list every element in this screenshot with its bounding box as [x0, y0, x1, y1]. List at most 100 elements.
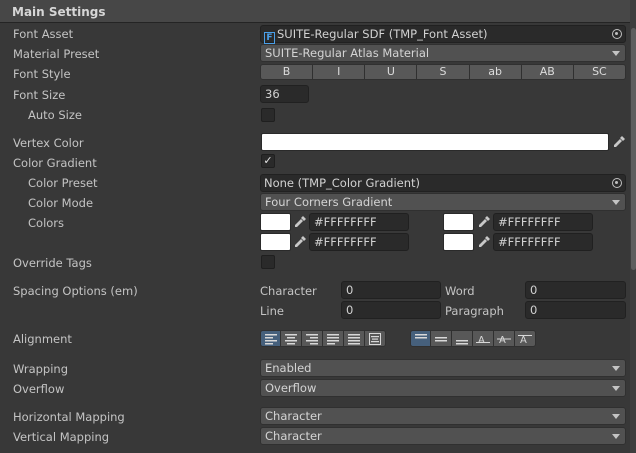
section-title: Main Settings [12, 5, 106, 19]
overflow-dropdown[interactable]: Overflow [260, 379, 626, 397]
color-preset-field[interactable]: None (TMP_Color Gradient) [260, 174, 626, 192]
font-style-uppercase-button[interactable]: AB [521, 64, 574, 80]
align-center-icon [285, 334, 297, 345]
eyedropper-icon[interactable] [292, 234, 308, 250]
spacing-word-input[interactable]: 0 [525, 281, 626, 299]
align-left-button[interactable] [260, 330, 281, 347]
material-preset-value: SUITE-Regular Atlas Material [265, 46, 430, 60]
spacing-paragraph-input[interactable]: 0 [525, 301, 626, 319]
colors-label: Colors [28, 216, 65, 230]
material-preset-label: Material Preset [13, 47, 100, 61]
spacing-line-input[interactable]: 0 [341, 301, 441, 319]
scrollbar-thumb[interactable] [631, 28, 636, 270]
font-style-toolbar: B I U S ab AB SC [260, 64, 626, 80]
svg-text:A: A [478, 335, 485, 345]
color-top-left-hex[interactable]: #FFFFFFFF [309, 213, 409, 231]
font-style-strikethrough-button[interactable]: S [417, 64, 470, 80]
align-justified-button[interactable] [323, 330, 344, 347]
color-mode-label: Color Mode [28, 196, 94, 210]
svg-text:A: A [499, 335, 506, 345]
align-geometry-center-button[interactable] [365, 330, 386, 347]
align-top-icon [415, 334, 427, 339]
color-preset-label: Color Preset [28, 176, 98, 190]
align-bottom-button[interactable] [452, 330, 473, 347]
align-baseline-button[interactable]: A [473, 330, 494, 347]
eyedropper-icon[interactable] [476, 214, 492, 230]
auto-size-checkbox[interactable] [261, 108, 275, 122]
font-style-bold-button[interactable]: B [260, 64, 314, 80]
color-mode-dropdown[interactable]: Four Corners Gradient [260, 193, 626, 211]
override-tags-checkbox[interactable] [261, 255, 275, 269]
align-middle-icon [435, 337, 447, 342]
color-bottom-right-swatch[interactable] [443, 233, 474, 251]
font-style-lowercase-button[interactable]: ab [469, 64, 522, 80]
align-left-icon [265, 334, 277, 345]
font-asset-icon: F [264, 32, 275, 44]
align-capline-button[interactable]: A [515, 330, 536, 347]
color-bottom-left-swatch[interactable] [260, 233, 291, 251]
material-preset-dropdown[interactable]: SUITE-Regular Atlas Material [260, 44, 626, 62]
font-style-smallcaps-button[interactable]: SC [573, 64, 626, 80]
overflow-value: Overflow [265, 381, 317, 395]
color-bottom-left-hex[interactable]: #FFFFFFFF [309, 233, 409, 251]
spacing-character-label: Character [260, 284, 317, 298]
spacing-line-label: Line [260, 304, 284, 318]
eyedropper-icon[interactable] [611, 134, 627, 150]
wrapping-dropdown[interactable]: Enabled [260, 359, 626, 377]
align-middle-button[interactable] [431, 330, 452, 347]
align-flush-button[interactable] [344, 330, 365, 347]
color-gradient-label: Color Gradient [13, 156, 97, 170]
align-geometry-center-icon [369, 333, 381, 345]
align-center-button[interactable] [281, 330, 302, 347]
eyedropper-icon[interactable] [476, 234, 492, 250]
color-gradient-checkbox[interactable]: ✓ [261, 154, 275, 168]
vertex-color-swatch[interactable] [261, 133, 609, 151]
font-style-label: Font Style [13, 67, 71, 81]
font-asset-field[interactable]: F SUITE-Regular SDF (TMP_Font Asset) [260, 25, 626, 44]
vertex-color-label: Vertex Color [13, 136, 84, 150]
color-top-right-hex[interactable]: #FFFFFFFF [493, 213, 593, 231]
color-bottom-right-hex[interactable]: #FFFFFFFF [493, 233, 593, 251]
dropdown-arrow-icon [612, 366, 620, 371]
dropdown-arrow-icon [612, 386, 620, 391]
align-baseline-icon: A [476, 335, 490, 345]
font-style-italic-button[interactable]: I [313, 64, 366, 80]
align-right-icon [306, 334, 318, 345]
spacing-word-label: Word [445, 284, 475, 298]
color-mode-value: Four Corners Gradient [265, 195, 393, 209]
align-capline-icon: A [518, 335, 532, 345]
eyedropper-icon[interactable] [292, 214, 308, 230]
dropdown-arrow-icon [612, 51, 620, 56]
font-size-label: Font Size [13, 88, 66, 102]
horizontal-mapping-value: Character [265, 409, 322, 423]
object-picker-icon[interactable] [612, 178, 622, 188]
horizontal-mapping-dropdown[interactable]: Character [260, 407, 626, 425]
horizontal-alignment-group [260, 330, 386, 347]
color-top-left-swatch[interactable] [260, 213, 291, 231]
main-settings-header[interactable]: Main Settings [0, 0, 630, 23]
auto-size-label: Auto Size [28, 108, 82, 122]
align-bottom-icon [456, 340, 468, 345]
align-right-button[interactable] [302, 330, 323, 347]
font-style-underline-button[interactable]: U [365, 64, 418, 80]
wrapping-label: Wrapping [13, 362, 69, 376]
spacing-options-label: Spacing Options (em) [13, 284, 138, 298]
horizontal-mapping-label: Horizontal Mapping [13, 410, 125, 424]
wrapping-value: Enabled [265, 361, 312, 375]
spacing-character-input[interactable]: 0 [341, 281, 441, 299]
vertical-mapping-dropdown[interactable]: Character [260, 427, 626, 445]
color-top-right-swatch[interactable] [443, 213, 474, 231]
font-size-input[interactable]: 36 [260, 85, 309, 103]
font-asset-label: Font Asset [13, 27, 74, 41]
vertical-mapping-value: Character [265, 429, 322, 443]
align-top-button[interactable] [410, 330, 431, 347]
object-picker-icon[interactable] [612, 29, 622, 39]
align-midline-button[interactable]: A [494, 330, 515, 347]
dropdown-arrow-icon [612, 414, 620, 419]
vertical-mapping-label: Vertical Mapping [13, 430, 110, 444]
font-asset-value: SUITE-Regular SDF (TMP_Font Asset) [277, 27, 488, 41]
override-tags-label: Override Tags [13, 256, 92, 270]
spacing-paragraph-label: Paragraph [445, 304, 504, 318]
align-flush-icon [348, 334, 360, 345]
color-preset-value: None (TMP_Color Gradient) [264, 176, 420, 190]
